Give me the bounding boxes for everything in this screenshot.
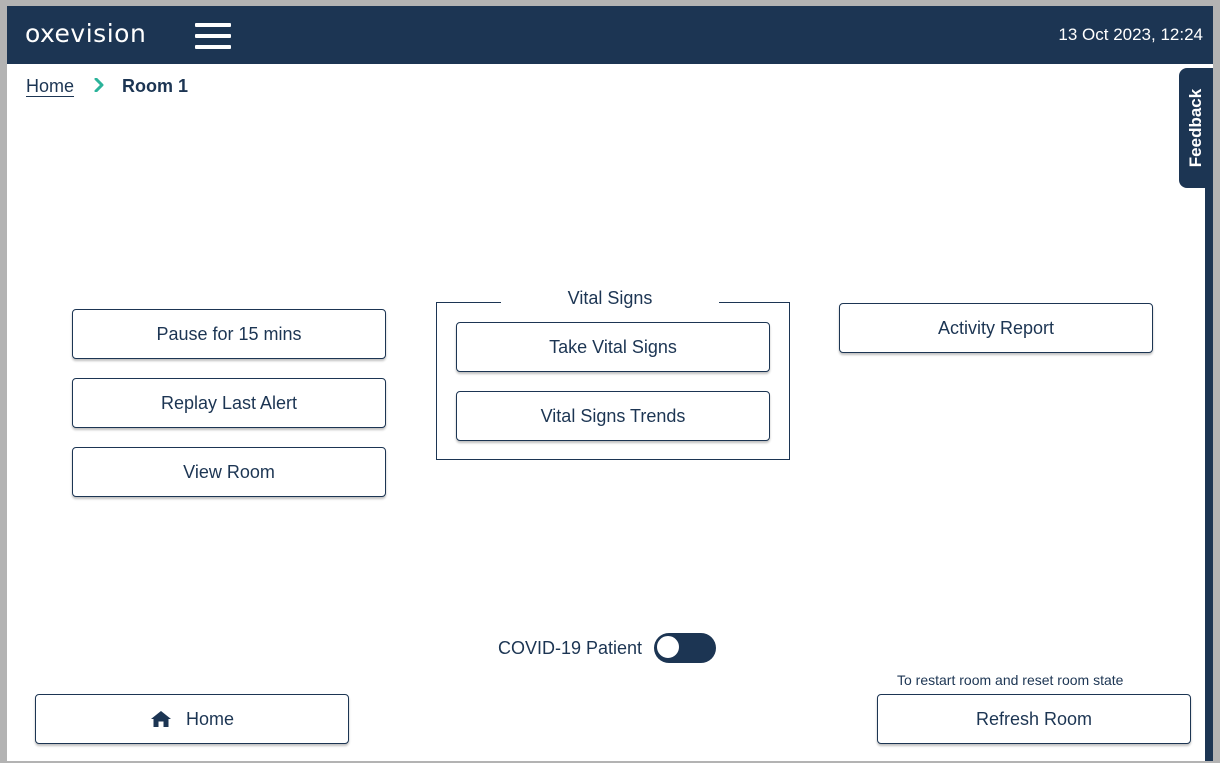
home-button[interactable]: Home	[35, 694, 349, 744]
refresh-hint: To restart room and reset room state	[897, 672, 1124, 688]
home-icon	[150, 710, 172, 728]
take-vital-signs-button[interactable]: Take Vital Signs	[456, 322, 770, 372]
covid-toggle[interactable]	[654, 633, 717, 663]
vital-signs-title: Vital Signs	[501, 288, 719, 309]
vital-signs-trends-button[interactable]: Vital Signs Trends	[456, 391, 770, 441]
app-window: oxevision 13 Oct 2023, 12:24 Home Room 1…	[0, 0, 1220, 763]
pause-button[interactable]: Pause for 15 mins	[72, 309, 386, 359]
home-button-label: Home	[185, 708, 234, 729]
activity-report-button[interactable]: Activity Report	[839, 303, 1153, 353]
breadcrumb-current: Room 1	[122, 76, 189, 96]
covid-label: COVID-19 Patient	[498, 637, 643, 658]
feedback-label: Feedback	[1186, 88, 1205, 168]
refresh-room-button[interactable]: Refresh Room	[877, 694, 1191, 744]
replay-last-alert-button[interactable]: Replay Last Alert	[72, 378, 386, 428]
chevron-right-icon	[94, 76, 104, 97]
oxevision-logo[interactable]: oxevision	[25, 19, 146, 48]
current-datetime: 13 Oct 2023, 12:24	[1058, 25, 1203, 44]
breadcrumb: Home Room 1	[26, 76, 188, 97]
feedback-edge-bar	[1205, 188, 1213, 761]
top-bar: oxevision 13 Oct 2023, 12:24	[7, 6, 1213, 64]
covid-toggle-row: COVID-19 Patient	[498, 633, 717, 663]
breadcrumb-home-link[interactable]: Home	[26, 76, 74, 97]
hamburger-menu-icon[interactable]	[195, 23, 231, 49]
view-room-button[interactable]: View Room	[72, 447, 386, 497]
toggle-knob	[656, 635, 681, 659]
feedback-tab[interactable]: Feedback	[1179, 68, 1213, 188]
